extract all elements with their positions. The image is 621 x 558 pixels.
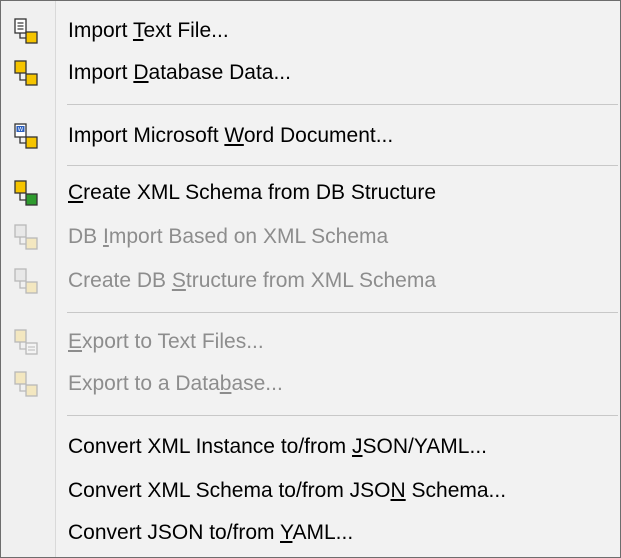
menu-item-import-text-file[interactable]: Import Text File... — [2, 11, 619, 51]
menu-separator — [67, 104, 618, 105]
import-word-document-icon: W — [14, 123, 38, 149]
menu-item-convert-xml-instance-json-yaml[interactable]: Convert XML Instance to/from JSON/YAML..… — [2, 427, 619, 467]
menu-separator — [67, 165, 618, 166]
import-text-file-icon — [14, 18, 38, 44]
menu-item-db-import-based-on-schema: DB Import Based on XML Schema — [2, 217, 619, 257]
menu-item-export-to-text-files: Export to Text Files... — [2, 322, 619, 362]
context-menu: Import Text File... Import Database Data… — [0, 0, 621, 558]
menu-item-export-to-database: Export to a Database... — [2, 364, 619, 404]
menu-item-create-xml-schema-from-db[interactable]: Create XML Schema from DB Structure — [2, 173, 619, 213]
menu-item-convert-xml-schema-json-schema[interactable]: Convert XML Schema to/from JSON Schema..… — [2, 471, 619, 511]
menu-item-create-db-structure-from-schema: Create DB Structure from XML Schema — [2, 261, 619, 301]
db-import-schema-icon — [14, 224, 38, 250]
menu-item-import-word-document[interactable]: W Import Microsoft Word Document... — [2, 116, 619, 156]
create-schema-from-db-icon — [14, 180, 38, 206]
menu-item-convert-json-yaml[interactable]: Convert JSON to/from YAML... — [2, 513, 619, 553]
menu-item-import-database-data[interactable]: Import Database Data... — [2, 53, 619, 93]
export-database-icon — [14, 371, 38, 397]
import-database-icon — [14, 60, 38, 86]
menu-separator — [67, 415, 618, 416]
svg-text:W: W — [18, 127, 24, 133]
export-text-files-icon — [14, 329, 38, 355]
menu-separator — [67, 312, 618, 313]
create-db-structure-icon — [14, 268, 38, 294]
